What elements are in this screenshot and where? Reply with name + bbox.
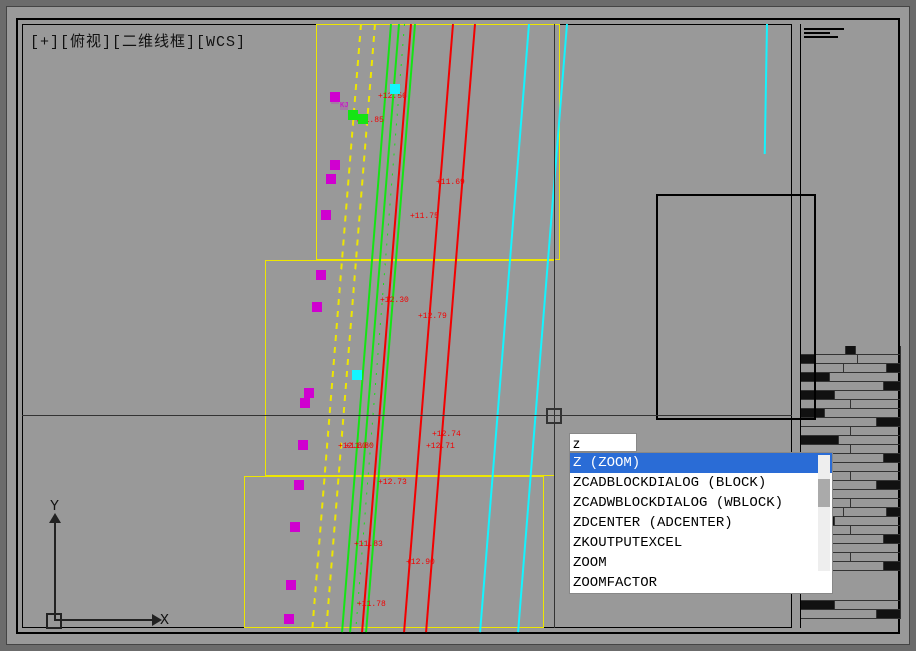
elevation-label[interactable]: +12.80 (338, 442, 367, 451)
elevation-label[interactable]: +12.73 (378, 478, 407, 487)
drawing-marker[interactable] (304, 388, 314, 398)
suggestion-item[interactable]: ZOOMFACTOR (570, 573, 832, 593)
viewport-rect-3[interactable] (244, 476, 544, 628)
elevation-label[interactable]: +12.71 (426, 442, 455, 451)
drawing-marker[interactable] (348, 110, 358, 120)
drawing-marker[interactable] (316, 270, 326, 280)
drawing-marker[interactable] (300, 398, 310, 408)
elevation-label[interactable]: +11.75 (410, 212, 439, 221)
viewport-rect-2[interactable] (265, 260, 555, 476)
viewport-rect-1[interactable] (316, 24, 560, 260)
elevation-label[interactable]: +12.79 (418, 312, 447, 321)
drawing-marker[interactable] (326, 174, 336, 184)
inset-frame (656, 194, 816, 420)
drawing-marker[interactable] (330, 92, 340, 102)
suggestion-item[interactable]: ZCADBLOCKDIALOG (BLOCK) (570, 473, 832, 493)
drawing-marker[interactable] (330, 160, 340, 170)
elevation-label[interactable]: +12.74 (432, 430, 461, 439)
drawing-marker[interactable] (358, 114, 368, 124)
elevation-label[interactable]: +11.83 (354, 540, 383, 549)
drawing-marker[interactable] (352, 370, 362, 380)
axis-x-label: X (160, 612, 169, 629)
drawing-marker[interactable] (312, 302, 322, 312)
crosshair-vertical (554, 24, 555, 628)
drawing-marker[interactable] (294, 480, 304, 490)
drawing-marker[interactable] (286, 580, 296, 590)
suggestions-scrollbar-thumb[interactable] (818, 479, 830, 507)
elevation-label[interactable]: +11.69 (436, 178, 465, 187)
drawing-marker[interactable] (284, 614, 294, 624)
command-suggestions[interactable]: Z (ZOOM)ZCADBLOCKDIALOG (BLOCK)ZCADWBLOC… (569, 452, 833, 594)
elevation-label[interactable]: +12.30 (380, 296, 409, 305)
crosshair-pickbox[interactable] (546, 408, 562, 424)
ucs-axes[interactable]: Y X (40, 481, 180, 621)
drawing-marker[interactable] (298, 440, 308, 450)
suggestion-item[interactable]: ZDCENTER (ADCENTER) (570, 513, 832, 533)
ucs-origin-box (46, 613, 62, 629)
elevation-label[interactable]: +11.78 (357, 600, 386, 609)
title-logo (804, 28, 844, 40)
crosshair-horizontal (22, 415, 792, 416)
axis-x-line (54, 619, 154, 621)
elevation-label[interactable]: +12.90 (406, 558, 435, 567)
suggestion-item[interactable]: ZOOM (570, 553, 832, 573)
suggestions-scrollbar-track[interactable] (818, 455, 830, 571)
drawing-marker[interactable] (321, 210, 331, 220)
viewport-label[interactable]: [+][俯视][二维线框][WCS] (30, 30, 246, 51)
axis-y-label: Y (50, 498, 59, 515)
command-input[interactable] (569, 433, 637, 452)
magenta-label[interactable]: KJ (340, 102, 348, 110)
suggestion-item[interactable]: Z (ZOOM) (570, 453, 832, 473)
suggestion-item[interactable]: ZCADWBLOCKDIALOG (WBLOCK) (570, 493, 832, 513)
drawing-marker[interactable] (390, 84, 400, 94)
suggestion-item[interactable]: ZKOUTPUTEXCEL (570, 533, 832, 553)
drawing-marker[interactable] (290, 522, 300, 532)
axis-y-line (54, 521, 56, 621)
